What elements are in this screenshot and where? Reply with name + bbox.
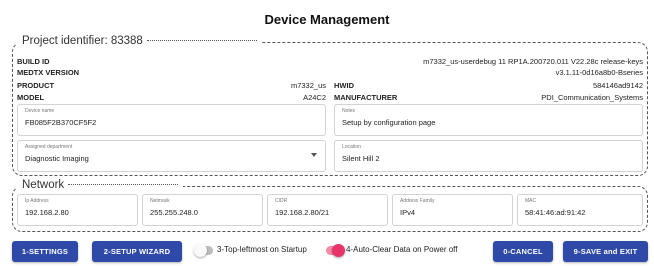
network-legend-divider: [68, 184, 179, 186]
notes-field[interactable]: Notes Setup by configuration page: [334, 104, 643, 136]
topmost-toggle[interactable]: [194, 244, 213, 257]
manufacturer-key: MANUFACTURER: [334, 93, 398, 102]
product-key: PRODUCT: [17, 81, 55, 90]
ip-address-field[interactable]: Ip Address 192.168.2.80: [17, 194, 138, 226]
medtx-version-key: MEDTX VERSION: [17, 68, 80, 77]
product-row: PRODUCT m7332_us: [17, 81, 326, 90]
netmask-value: 255.255.248.0: [150, 208, 198, 217]
manufacturer-value: PDI_Communication_Systems: [541, 93, 643, 102]
department-value: Diagnostic Imaging: [25, 154, 89, 163]
netmask-field[interactable]: Netmask 255.255.248.0: [142, 194, 263, 226]
hwid-row: HWID 584146ad9142: [334, 81, 643, 90]
legend-divider: [146, 40, 257, 42]
settings-button[interactable]: 1-SETTINGS: [12, 241, 78, 262]
page-title: Device Management: [264, 12, 390, 27]
location-label: Location: [342, 144, 361, 150]
address-family-field[interactable]: Address Family IPv4: [392, 194, 513, 226]
mac-field[interactable]: MAC 58:41:46:ad:91:42: [517, 194, 643, 226]
autoclear-toggle[interactable]: [326, 244, 345, 257]
model-value: A24C2: [303, 93, 326, 102]
topmost-label: 3-Top-leftmost on Startup: [217, 245, 307, 254]
model-row: MODEL A24C2: [17, 93, 326, 102]
ip-address-label: Ip Address: [25, 198, 49, 204]
netmask-label: Netmask: [150, 198, 170, 204]
autoclear-label: 4-Auto-Clear Data on Power off: [346, 245, 458, 254]
mac-value: 58:41:46:ad:91:42: [525, 208, 586, 217]
toggle-knob: [194, 244, 207, 257]
build-id-key: BUILD ID: [17, 57, 50, 66]
network-title: Network: [22, 179, 65, 191]
notes-label: Notes: [342, 108, 356, 114]
project-legend: Project identifier: 83388: [17, 35, 262, 47]
notes-value: Setup by configuration page: [342, 118, 436, 127]
location-field[interactable]: Location Silent Hill 2: [334, 140, 643, 172]
cidr-field[interactable]: CIDR 192.168.2.80/21: [267, 194, 388, 226]
medtx-version-value: v3.1.11-0d16a8b0-Bseries: [555, 68, 643, 77]
cancel-button[interactable]: 0-CANCEL: [493, 241, 553, 262]
hwid-key: HWID: [334, 81, 354, 90]
model-key: MODEL: [17, 93, 45, 102]
build-id-value: m7332_us-userdebug 11 RP1A.200720.011 V2…: [423, 57, 643, 66]
project-identifier: Project identifier: 83388: [22, 35, 143, 47]
toggle-knob: [332, 244, 345, 257]
location-value: Silent Hill 2: [342, 154, 380, 163]
ip-address-value: 192.168.2.80: [25, 208, 69, 217]
dropdown-arrow-icon[interactable]: [311, 153, 317, 157]
device-name-label: Device name: [25, 108, 55, 114]
mac-label: MAC: [525, 198, 537, 204]
product-value: m7332_us: [290, 81, 326, 90]
hwid-value: 584146ad9142: [592, 81, 643, 90]
cidr-value: 192.168.2.80/21: [275, 208, 330, 217]
build-id-row: BUILD ID m7332_us-userdebug 11 RP1A.2007…: [17, 57, 643, 66]
cidr-label: CIDR: [275, 198, 288, 204]
address-family-label: Address Family: [400, 198, 435, 204]
department-select[interactable]: Assigned department Diagnostic Imaging: [17, 140, 326, 172]
medtx-version-row: MEDTX VERSION v3.1.11-0d16a8b0-Bseries: [17, 68, 643, 77]
network-legend: Network: [17, 179, 184, 191]
device-name-field[interactable]: Device name FB085F2B370CF5F2: [17, 104, 326, 136]
save-exit-button[interactable]: 9-SAVE and EXIT: [563, 241, 648, 262]
department-label: Assigned department: [25, 144, 73, 150]
device-name-value: FB085F2B370CF5F2: [25, 118, 97, 127]
manufacturer-row: MANUFACTURER PDI_Communication_Systems: [334, 93, 643, 102]
setup-wizard-button[interactable]: 2-SETUP WIZARD: [92, 241, 182, 262]
address-family-value: IPv4: [400, 208, 416, 217]
